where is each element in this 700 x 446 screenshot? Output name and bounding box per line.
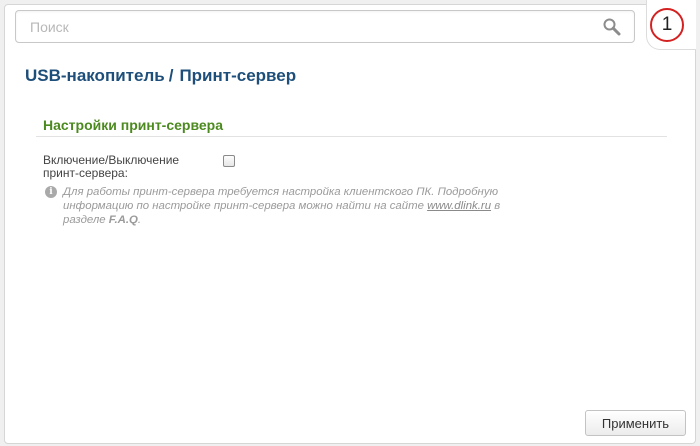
notifications-badge[interactable]: 1	[650, 8, 684, 42]
info-text: Для работы принт-сервера требуется настр…	[63, 185, 533, 227]
page: 1 USB-накопитель/ Принт-сервер Настройки …	[0, 0, 700, 446]
search-box[interactable]	[15, 10, 635, 43]
print-server-toggle-checkbox[interactable]	[223, 155, 235, 167]
breadcrumb: USB-накопитель / Принт-сервер	[25, 66, 296, 86]
info-text-part3: .	[137, 214, 142, 226]
faq-label: F.A.Q	[108, 214, 138, 226]
search-icon[interactable]	[602, 17, 622, 37]
print-server-toggle-label: Включение/Выключение принт-сервера:	[43, 153, 180, 180]
apply-button[interactable]: Применить	[585, 410, 686, 436]
breadcrumb-item-print-server: Принт-сервер	[179, 66, 297, 85]
dlink-site-link[interactable]: www.dlink.ru	[427, 200, 491, 212]
breadcrumb-separator: /	[168, 66, 174, 85]
section-title: Настройки принт-сервера	[43, 117, 224, 133]
section-divider	[36, 136, 667, 137]
info-icon: i	[45, 186, 57, 198]
search-input[interactable]	[16, 11, 596, 42]
breadcrumb-item-usb[interactable]: USB-накопитель	[25, 66, 165, 85]
